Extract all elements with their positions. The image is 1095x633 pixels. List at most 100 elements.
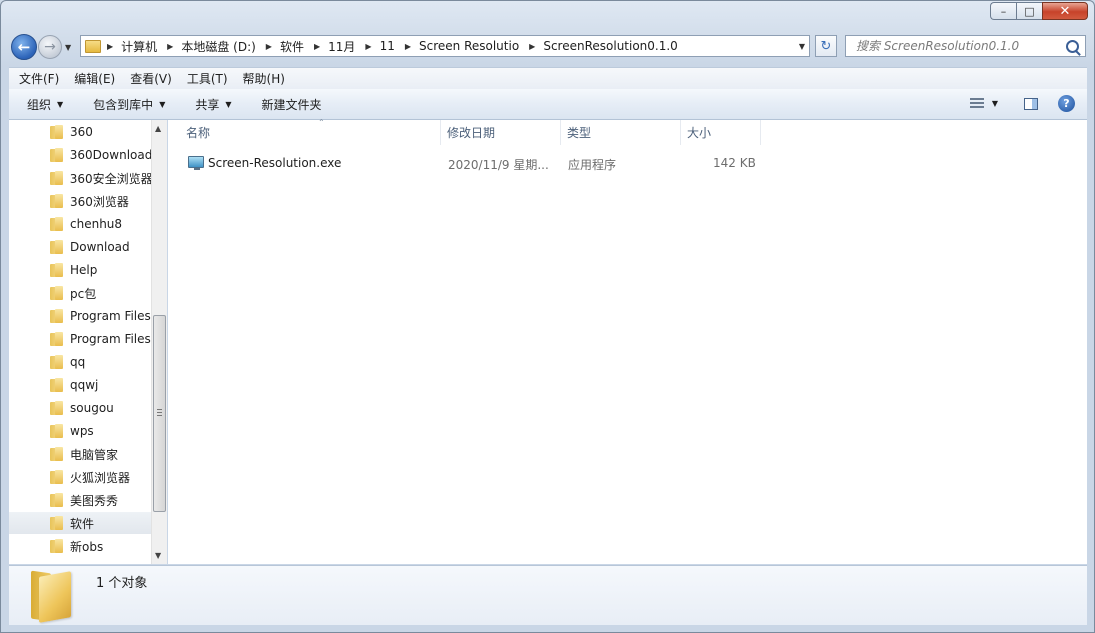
refresh-icon: ↻ [820,38,832,54]
menu-item[interactable]: 帮助(H) [238,70,290,87]
folder-icon [50,493,64,507]
folder-icon [50,148,64,162]
tree-item-label: 火狐浏览器 [70,470,131,485]
breadcrumb-label: 11月 [328,39,356,54]
tree-item[interactable]: Download [9,236,151,258]
file-row[interactable]: Screen-Resolution.exe 2020/11/9 星期... 应用… [168,152,768,174]
menu-item[interactable]: 工具(T) [182,70,233,87]
maximize-button[interactable]: □ [1016,2,1042,20]
close-button[interactable]: ✕ [1042,2,1088,20]
tree-item[interactable]: 火狐浏览器 [9,466,151,488]
search-box [845,35,1086,57]
new-folder-button[interactable]: 新建文件夹 [262,96,322,113]
search-input[interactable] [854,38,1068,54]
tree-item[interactable]: sougou [9,397,151,419]
breadcrumb-separator-icon[interactable]: ▶ [529,42,535,51]
tree-item[interactable]: Program Files [9,305,151,327]
change-view-icon[interactable] [969,98,984,109]
tree-item[interactable]: wps [9,420,151,442]
tree-item[interactable]: 新obs [9,535,151,557]
tree-scrollbar[interactable]: ▲ ▼ [151,120,167,564]
folder-icon [50,424,64,438]
chevron-down-icon: ▼ [159,99,166,109]
file-date: 2020/11/9 星期... [448,158,549,172]
breadcrumb-item[interactable]: ▶ 软件 [266,38,314,55]
column-header-type[interactable]: 类型 [561,120,681,145]
breadcrumb-separator-icon[interactable]: ▶ [314,42,320,51]
share-label: 共享 [195,97,220,112]
search-icon[interactable] [1066,40,1079,53]
tree-item[interactable]: 360Download [9,144,151,166]
close-icon: ✕ [1059,3,1071,19]
tree-item[interactable]: 电脑管家 [9,443,151,465]
tree-item[interactable]: 360 [9,121,151,143]
column-header-size[interactable]: 大小 [681,120,761,145]
breadcrumb-item[interactable]: ▶ Screen Resolutio [405,39,529,53]
navigation-buttons: ← → ▼ [11,34,71,60]
minimize-button[interactable]: – [990,2,1016,20]
organize-button[interactable]: 组织 ▼ [27,96,63,113]
breadcrumb-item[interactable]: ▶ 本地磁盘 (D:) [167,38,266,55]
view-options-dropdown-icon[interactable]: ▼ [992,99,998,108]
breadcrumb-separator-icon[interactable]: ▶ [405,42,411,51]
folder-icon [29,570,77,623]
organize-label: 组织 [27,97,52,112]
help-icon[interactable]: ? [1058,95,1075,112]
menu-bar: 文件(F) 编辑(E) 查看(V) 工具(T) 帮助(H) [9,67,1087,89]
include-in-library-button[interactable]: 包含到库中 ▼ [93,96,165,113]
tree-item[interactable]: 美图秀秀 [9,489,151,511]
menu-item[interactable]: 编辑(E) [69,70,120,87]
tree-item-label: qq [70,355,86,369]
breadcrumb-label: 本地磁盘 (D:) [181,39,256,54]
breadcrumb-item[interactable]: ▶ 11月 [314,38,365,55]
details-pane: 1 个对象 [9,565,1087,625]
grip-icon [157,409,162,416]
breadcrumb-separator-icon[interactable]: ▶ [107,42,113,51]
forward-button[interactable]: → [38,35,62,59]
recent-pages-dropdown-icon[interactable]: ▼ [65,43,71,52]
tree-item-label: 软件 [70,516,95,531]
breadcrumb-item[interactable]: ▶ 计算机 [107,38,167,55]
tree-item[interactable]: Help [9,259,151,281]
forward-arrow-icon: → [44,39,56,55]
share-button[interactable]: 共享 ▼ [195,96,231,113]
tree-item[interactable]: chenhu8 [9,213,151,235]
tree-item[interactable]: 软件 [9,512,151,534]
address-bar[interactable]: ▶ 计算机 ▶ 本地磁盘 (D:) ▶ 软件 ▶ 11月 ▶ 11 ▶ Screen Resoluti… [80,35,810,57]
address-history-dropdown-icon[interactable]: ▼ [799,42,805,51]
tree-item[interactable]: qq [9,351,151,373]
tree-item-label: Help [70,263,98,277]
breadcrumb-label: 计算机 [121,39,158,54]
scroll-up-icon[interactable]: ▲ [155,124,161,133]
scroll-thumb[interactable] [153,315,166,512]
breadcrumb-item[interactable]: ▶ ScreenResolution0.1.0 [529,39,688,53]
breadcrumb-separator-icon[interactable]: ▶ [167,42,173,51]
tree-item[interactable]: pc包 [9,282,151,304]
tree-item[interactable]: qqwj [9,374,151,396]
column-header-type-label: 类型 [567,126,592,140]
folder-front-shape [39,571,71,623]
breadcrumb-separator-icon[interactable]: ▶ [266,42,272,51]
breadcrumb-separator-icon[interactable]: ▶ [365,42,371,51]
tree-item[interactable]: 360安全浏览器 [9,167,151,189]
file-type: 应用程序 [568,158,617,172]
preview-pane-icon[interactable] [1024,97,1038,110]
tree-item[interactable]: Program Files [9,328,151,350]
column-header-date[interactable]: 修改日期 [441,120,561,145]
new-folder-label: 新建文件夹 [261,97,322,112]
folder-icon [50,539,64,553]
menu-item[interactable]: 查看(V) [125,70,177,87]
application-icon [188,156,204,170]
menu-item[interactable]: 文件(F) [14,70,64,87]
back-button[interactable]: ← [11,34,37,60]
breadcrumb-item[interactable]: ▶ 11 [365,39,404,53]
scroll-down-icon[interactable]: ▼ [155,551,161,560]
tree-item[interactable]: 360浏览器 [9,190,151,212]
column-header-name[interactable]: 名称 ⌃ [180,118,441,145]
folder-icon [50,240,64,254]
file-name: Screen-Resolution.exe [208,156,342,170]
sort-ascending-icon: ⌃ [318,118,325,127]
folder-icon [50,125,64,139]
folder-icon [50,516,64,530]
refresh-button[interactable]: ↻ [815,35,837,57]
